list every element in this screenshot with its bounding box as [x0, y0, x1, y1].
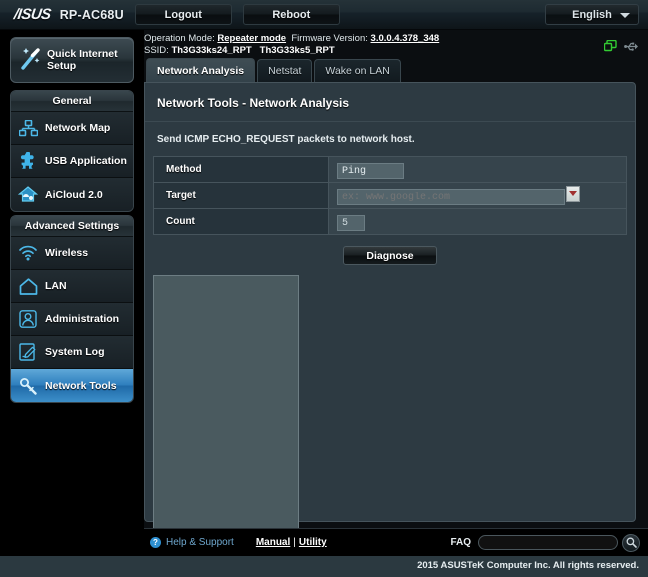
- network-analysis-panel: Network Tools - Network Analysis Send IC…: [144, 82, 636, 522]
- tab-network-analysis[interactable]: Network Analysis: [146, 58, 255, 82]
- sidebar-item-network-tools-label: Network Tools: [45, 380, 117, 392]
- diagnostics-output[interactable]: [153, 275, 299, 543]
- help-support-label: Help & Support: [166, 537, 234, 548]
- chevron-down-icon: [620, 13, 630, 18]
- count-field-cell: 5: [329, 209, 627, 235]
- info-line-2: SSID: Th3G33ks24_RPT Th3G33ks5_RPT: [144, 45, 648, 57]
- sidebar-item-administration-label: Administration: [45, 313, 119, 325]
- operation-mode-value[interactable]: Repeater mode: [217, 33, 286, 44]
- footer-bar: ? Help & Support Manual|Utility FAQ: [144, 528, 648, 556]
- system-log-icon: [11, 343, 45, 361]
- firmware-value[interactable]: 3.0.0.4.378_348: [371, 33, 440, 44]
- ssid-24-value: Th3G33ks24_RPT: [171, 45, 251, 56]
- faq-search-button[interactable]: [622, 534, 640, 552]
- reboot-button[interactable]: Reboot: [243, 4, 340, 25]
- main-content: Network Analysis Netstat Wake on LAN Net…: [144, 58, 648, 528]
- administration-icon: [11, 310, 45, 328]
- help-support-link[interactable]: ? Help & Support: [150, 537, 234, 548]
- faq-search-input[interactable]: [478, 535, 618, 550]
- asus-logo: /ISUS: [13, 6, 52, 23]
- page-title: Network Tools - Network Analysis: [145, 83, 635, 122]
- count-label: Count: [154, 209, 329, 235]
- count-input[interactable]: 5: [337, 215, 365, 231]
- ssid-key: SSID:: [144, 45, 169, 56]
- sidebar-item-network-map-label: Network Map: [45, 122, 110, 134]
- footer-link-separator: |: [293, 537, 296, 548]
- tab-bar: Network Analysis Netstat Wake on LAN: [144, 58, 648, 82]
- sidebar-item-aicloud-label: AiCloud 2.0: [45, 189, 103, 201]
- sidebar-item-usb-application-label: USB Application: [45, 155, 127, 167]
- target-input[interactable]: [337, 189, 565, 205]
- nav-group-general-title: General: [11, 91, 133, 112]
- sidebar: Quick Internet Setup General: [0, 30, 144, 577]
- footer-left-filler: [0, 528, 144, 556]
- network-tools-icon: [11, 377, 45, 395]
- copyright-text: 2015 ASUSTeK Computer Inc. All rights re…: [417, 560, 639, 571]
- faq-search-group: FAQ: [450, 534, 640, 552]
- method-select[interactable]: Ping: [337, 163, 404, 179]
- brand-block: /ISUS RP-AC68U: [14, 6, 124, 23]
- language-selector[interactable]: English: [545, 4, 639, 25]
- aicloud-icon: [11, 186, 45, 203]
- chevron-down-icon: [569, 191, 577, 196]
- manual-link[interactable]: Manual: [256, 537, 290, 548]
- router-admin-page: /ISUS RP-AC68U Logout Reboot English Ope…: [0, 0, 648, 577]
- target-input-wrapper: [337, 186, 565, 206]
- utility-link[interactable]: Utility: [299, 537, 327, 548]
- method-field-cell: Ping: [329, 157, 627, 183]
- language-label: English: [572, 9, 612, 21]
- action-row: Diagnose: [145, 246, 635, 265]
- faq-label: FAQ: [450, 537, 471, 548]
- qis-line-1: Quick Internet: [47, 48, 118, 60]
- status-icon-group: [604, 40, 638, 52]
- panel-description: Send ICMP ECHO_REQUEST packets to networ…: [145, 122, 635, 156]
- ssid-5-value: Th3G33ks5_RPT: [260, 45, 335, 56]
- sidebar-item-lan-label: LAN: [45, 280, 67, 292]
- quick-internet-setup-label: Quick Internet Setup: [47, 48, 118, 72]
- lan-icon: [11, 278, 45, 295]
- tab-netstat[interactable]: Netstat: [257, 59, 312, 82]
- sidebar-item-system-log[interactable]: System Log: [11, 336, 133, 369]
- info-line-1: Operation Mode: Repeater mode Firmware V…: [144, 33, 648, 45]
- top-bar: /ISUS RP-AC68U Logout Reboot English: [0, 0, 648, 30]
- sidebar-item-lan[interactable]: LAN: [11, 270, 133, 303]
- firmware-key: Firmware Version:: [291, 33, 368, 44]
- sidebar-item-wireless-label: Wireless: [45, 247, 88, 259]
- target-label: Target: [154, 183, 329, 209]
- table-row-method: Method Ping: [154, 157, 627, 183]
- logout-button[interactable]: Logout: [135, 4, 232, 25]
- wireless-icon: [11, 245, 45, 261]
- tab-wake-on-lan[interactable]: Wake on LAN: [314, 59, 400, 82]
- network-analysis-form: Method Ping Target: [153, 156, 627, 235]
- question-mark-icon: ?: [150, 537, 161, 548]
- table-row-count: Count 5: [154, 209, 627, 235]
- nav-group-general: General Network Map: [10, 90, 134, 212]
- sidebar-item-system-log-label: System Log: [45, 346, 105, 358]
- nav-group-advanced: Advanced Settings Wireless: [10, 215, 134, 403]
- target-field-cell: [329, 183, 627, 209]
- sidebar-item-network-tools[interactable]: Network Tools: [11, 369, 133, 402]
- network-map-icon: [11, 120, 45, 137]
- network-status-icon[interactable]: [604, 40, 617, 52]
- qis-line-2: Setup: [47, 60, 76, 72]
- table-row-target: Target: [154, 183, 627, 209]
- target-dropdown-button[interactable]: [566, 186, 580, 202]
- router-model-label: RP-AC68U: [60, 8, 124, 22]
- sidebar-item-network-map[interactable]: Network Map: [11, 112, 133, 145]
- usb-status-icon[interactable]: [624, 41, 638, 52]
- search-icon: [626, 537, 637, 548]
- diagnose-button[interactable]: Diagnose: [343, 246, 437, 265]
- sidebar-item-administration[interactable]: Administration: [11, 303, 133, 336]
- sidebar-item-wireless[interactable]: Wireless: [11, 237, 133, 270]
- footer-links: Manual|Utility: [256, 537, 327, 548]
- sidebar-item-usb-application[interactable]: USB Application: [11, 145, 133, 178]
- usb-application-icon: [11, 152, 45, 170]
- operation-mode-key: Operation Mode:: [144, 33, 215, 44]
- magic-wand-icon: [20, 45, 42, 76]
- sidebar-item-aicloud[interactable]: AiCloud 2.0: [11, 178, 133, 211]
- method-label: Method: [154, 157, 329, 183]
- quick-internet-setup-button[interactable]: Quick Internet Setup: [10, 37, 134, 83]
- nav-group-advanced-title: Advanced Settings: [11, 216, 133, 237]
- system-info-strip: Operation Mode: Repeater mode Firmware V…: [144, 30, 648, 58]
